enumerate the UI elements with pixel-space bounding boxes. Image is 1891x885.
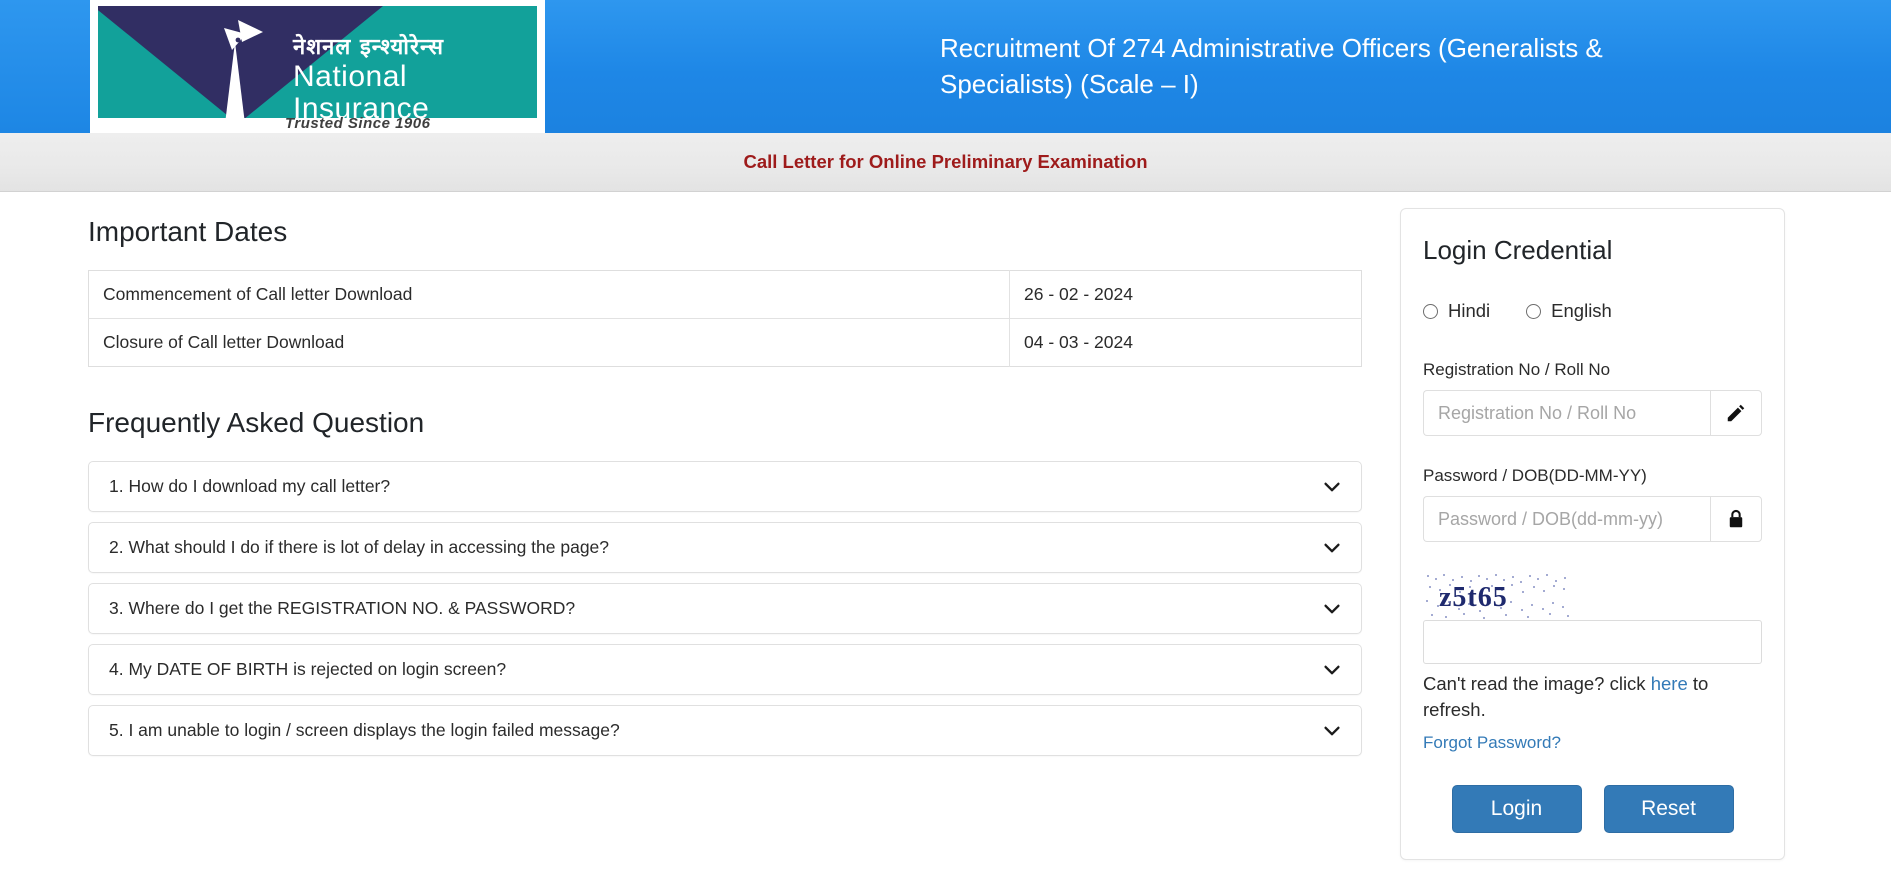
chevron-down-icon[interactable] bbox=[1321, 659, 1343, 681]
faq-question: 5. I am unable to login / screen display… bbox=[109, 720, 620, 740]
chevron-down-icon[interactable] bbox=[1321, 537, 1343, 559]
login-button[interactable]: Login bbox=[1451, 784, 1582, 833]
page-title-text: Recruitment Of 274 Administrative Office… bbox=[940, 33, 1603, 99]
registration-field-label: Registration No / Roll No bbox=[1423, 360, 1611, 379]
page-title: Recruitment Of 274 Administrative Office… bbox=[545, 0, 1891, 133]
important-dates-heading: Important Dates bbox=[88, 216, 288, 247]
table-row: Commencement of Call letter Download 26 … bbox=[88, 270, 1362, 319]
faq-item-4[interactable]: 4. My DATE OF BIRTH is rejected on login… bbox=[88, 644, 1362, 695]
date-label: Closure of Call letter Download bbox=[88, 318, 1010, 367]
captcha-refresh-prefix: Can't read the image? click bbox=[1423, 673, 1651, 694]
brand-logo: नेशनल इन्श्योरेन्स National Insurance Tr… bbox=[90, 0, 545, 133]
radio-language-english[interactable]: English bbox=[1526, 300, 1612, 322]
date-label: Commencement of Call letter Download bbox=[88, 270, 1010, 319]
page-header: नेशनल इन्श्योरेन्स National Insurance Tr… bbox=[0, 0, 1891, 133]
radio-language-hindi[interactable]: Hindi bbox=[1423, 300, 1490, 322]
login-panel: Login Credential Hindi English Registrat… bbox=[1400, 208, 1785, 860]
important-dates-table: Commencement of Call letter Download 26 … bbox=[88, 270, 1362, 367]
subtitle-text: Call Letter for Online Preliminary Exami… bbox=[743, 151, 1148, 172]
chevron-down-icon[interactable] bbox=[1321, 720, 1343, 742]
faq-question: 1. How do I download my call letter? bbox=[109, 476, 391, 496]
login-heading: Login Credential bbox=[1423, 235, 1613, 265]
login-button-row: Login Reset bbox=[1423, 784, 1762, 833]
logo-english-name: National Insurance bbox=[293, 60, 430, 118]
logo-wordmark: नेशनल इन्श्योरेन्स National Insurance bbox=[293, 36, 537, 118]
radio-circle-icon bbox=[1526, 303, 1542, 319]
faq-list: 1. How do I download my call letter? 2. … bbox=[88, 461, 1400, 756]
faq-item-5[interactable]: 5. I am unable to login / screen display… bbox=[88, 705, 1362, 756]
language-selector: Hindi English bbox=[1423, 300, 1762, 322]
faq-item-2[interactable]: 2. What should I do if there is lot of d… bbox=[88, 522, 1362, 573]
date-value: 26 - 02 - 2024 bbox=[1009, 270, 1362, 319]
left-column: Important Dates Commencement of Call let… bbox=[0, 192, 1400, 860]
table-row: Closure of Call letter Download 04 - 03 … bbox=[88, 318, 1362, 367]
subtitle-bar: Call Letter for Online Preliminary Exami… bbox=[0, 133, 1891, 192]
logo-tagline: Trusted Since 1906 bbox=[285, 115, 431, 132]
logo-hindi-name: नेशनल इन्श्योरेन्स bbox=[293, 35, 444, 60]
pencil-icon bbox=[1710, 390, 1762, 436]
header-left-strip bbox=[0, 0, 90, 133]
radio-circle-icon bbox=[1423, 303, 1438, 319]
faq-question: 2. What should I do if there is lot of d… bbox=[109, 537, 610, 557]
forgot-password-link[interactable]: Forgot Password? bbox=[1423, 733, 1561, 753]
faq-heading: Frequently Asked Question bbox=[88, 407, 425, 438]
right-column: Login Credential Hindi English Registrat… bbox=[1400, 192, 1891, 860]
chevron-down-icon[interactable] bbox=[1321, 476, 1343, 498]
faq-item-1[interactable]: 1. How do I download my call letter? bbox=[88, 461, 1362, 512]
logo-teal-panel: नेशनल इन्श्योरेन्स National Insurance bbox=[98, 6, 537, 118]
radio-label: Hindi bbox=[1448, 300, 1491, 321]
main-content: Important Dates Commencement of Call let… bbox=[0, 192, 1891, 860]
chevron-down-icon[interactable] bbox=[1321, 598, 1343, 620]
password-field-label: Password / DOB(DD-MM-YY) bbox=[1423, 466, 1647, 485]
registration-input-group bbox=[1423, 390, 1762, 436]
captcha-text: z5t65 bbox=[1439, 582, 1508, 613]
captcha-image: z5t65 bbox=[1423, 572, 1573, 620]
faq-question: 4. My DATE OF BIRTH is rejected on login… bbox=[109, 659, 507, 679]
faq-question: 3. Where do I get the REGISTRATION NO. &… bbox=[109, 598, 576, 618]
captcha-refresh-text: Can't read the image? click here to refr… bbox=[1423, 671, 1762, 724]
reset-button[interactable]: Reset bbox=[1603, 784, 1734, 833]
registration-input[interactable] bbox=[1423, 390, 1710, 436]
radio-label: English bbox=[1551, 300, 1612, 321]
captcha-refresh-link[interactable]: here bbox=[1651, 673, 1688, 694]
date-value: 04 - 03 - 2024 bbox=[1024, 332, 1133, 352]
password-input[interactable] bbox=[1423, 496, 1710, 542]
captcha-input[interactable] bbox=[1423, 620, 1762, 664]
faq-item-3[interactable]: 3. Where do I get the REGISTRATION NO. &… bbox=[88, 583, 1362, 634]
password-input-group bbox=[1423, 496, 1762, 542]
peacock-logo-icon bbox=[224, 20, 263, 118]
lock-icon bbox=[1710, 496, 1762, 542]
